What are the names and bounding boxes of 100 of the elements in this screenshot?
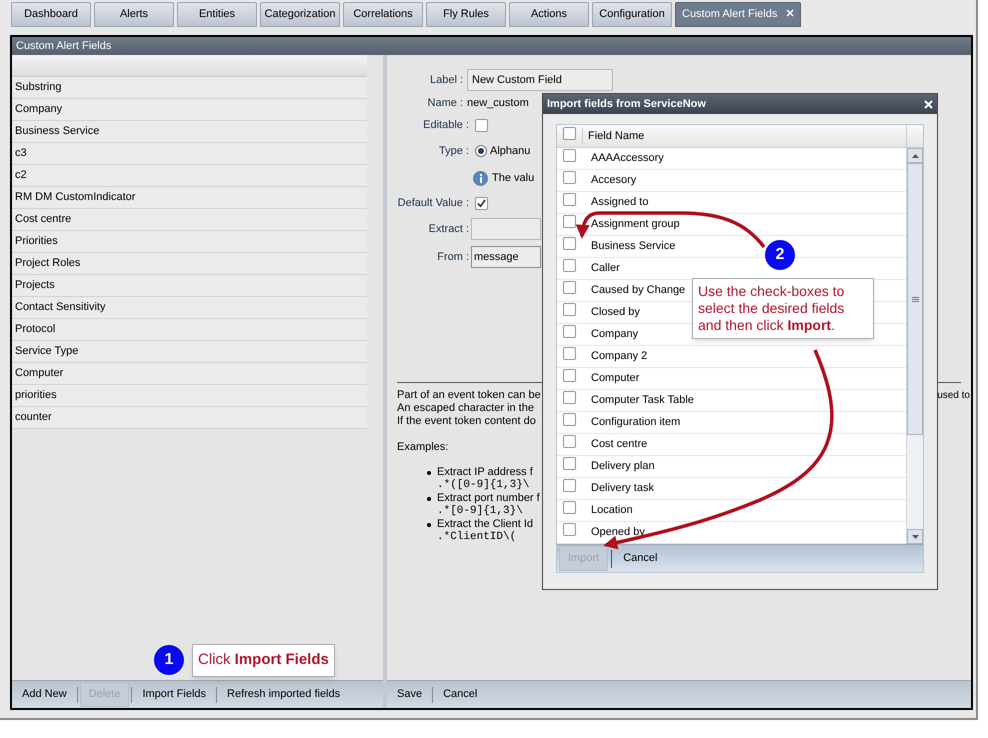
scroll-up-icon[interactable] [907,148,923,163]
radio-button[interactable] [475,145,487,157]
field-label: Default Value : [396,196,470,211]
example-text: Extract the Client Id [437,518,533,531]
scroll-down-icon[interactable] [907,529,923,544]
field-row[interactable]: Assignment group [557,214,906,236]
checkbox[interactable] [563,237,576,250]
list-item[interactable]: Projects [12,275,367,297]
example-code: .*([0-9]{1,3}\ [437,479,530,492]
field-name: Computer [590,371,640,386]
list-item[interactable]: priorities [12,385,367,407]
checkbox[interactable] [563,149,576,162]
checkbox[interactable] [475,118,488,132]
tab[interactable]: Entities [177,2,257,27]
field-name: Assigned to [590,195,648,210]
checkbox[interactable] [563,259,576,272]
checkbox[interactable] [563,325,576,338]
scroll-thumb[interactable] [907,163,923,435]
toolbar-button[interactable]: Import Fields [134,683,214,706]
list-item[interactable]: Substring [12,77,367,99]
list-item[interactable]: counter [12,407,367,429]
from-field[interactable]: message [471,246,541,268]
extract-field[interactable] [471,218,541,240]
checkbox[interactable] [563,479,576,492]
example-code: .*[0-9]{1,3}\ [437,505,523,518]
checkbox[interactable] [563,215,576,228]
close-icon[interactable] [924,100,933,108]
tab[interactable]: Correlations [343,2,423,27]
field-name: Configuration item [590,415,680,430]
checkbox[interactable] [563,413,576,426]
checkbox[interactable] [563,435,576,448]
example-code: .*ClientID\( [437,531,516,544]
list-item[interactable]: RM DM CustomIndicator [12,187,367,209]
tab[interactable]: Actions [509,2,589,27]
checkbox[interactable] [563,523,576,536]
label-field[interactable]: New Custom Field [467,69,613,91]
list-item[interactable]: Contact Sensitivity [12,297,367,319]
list-item[interactable]: c3 [12,143,367,165]
checkbox[interactable] [563,501,576,514]
list-item[interactable]: Service Type [12,341,367,363]
info-icon [473,170,488,186]
name-value: new_custom [467,96,529,111]
checkbox[interactable] [563,171,576,184]
field-row[interactable]: Location [557,500,906,522]
toolbar-button[interactable]: Save [389,683,430,706]
close-icon[interactable]: ✕ [785,6,794,23]
checkbox[interactable] [563,457,576,470]
help-text: An escaped character in the [397,402,534,415]
field-row[interactable]: Computer [557,368,906,390]
tab[interactable]: Alerts [94,2,174,27]
instruction-tooltip: Click Import Fields [192,644,335,676]
field-row[interactable]: Accesory [557,170,906,192]
check-icon [477,198,486,208]
list-item[interactable]: Cost centre [12,209,367,231]
checkbox[interactable] [563,303,576,316]
scrollbar[interactable] [906,148,923,544]
field-row[interactable]: Delivery task [557,478,906,500]
checkbox[interactable] [563,193,576,206]
tab[interactable]: Configuration [592,2,672,27]
field-row[interactable]: Assigned to [557,192,906,214]
field-row[interactable]: AAAAccessory [557,148,906,170]
list-item[interactable]: Company [12,99,367,121]
example-text: Extract port number f [437,492,540,505]
checkbox[interactable] [563,391,576,404]
list-item[interactable]: Priorities [12,231,367,253]
toolbar-button[interactable]: Add New [14,683,75,706]
field-row[interactable]: Delivery plan [557,456,906,478]
field-row[interactable]: Configuration item [557,412,906,434]
list-item[interactable]: Business Service [12,121,367,143]
list-item[interactable]: c2 [12,165,367,187]
examples-title: Examples: [397,441,448,454]
field-row[interactable]: Company 2 [557,346,906,368]
field-label: Label : [428,72,464,88]
field-name: Company 2 [590,349,648,364]
field-name: Accesory [590,173,636,188]
field-name: Business Service [590,239,676,254]
toolbar-button[interactable]: Cancel [435,683,486,706]
tab[interactable]: Fly Rules [426,2,506,27]
list-item[interactable]: Protocol [12,319,367,341]
list-item[interactable]: Computer [12,363,367,385]
field-name: Closed by [590,305,640,320]
list-item[interactable]: Project Roles [12,253,367,275]
toolbar-button[interactable]: Refresh imported fields [219,683,348,706]
column-header: Field Name [582,128,906,144]
field-row[interactable]: Cost centre [557,434,906,456]
checkbox[interactable] [563,347,576,360]
toolbar-button[interactable]: Cancel [615,547,666,570]
checkbox[interactable] [475,196,488,210]
help-text: If the event token content do [397,415,536,428]
checkbox[interactable] [563,369,576,382]
panel-title: Custom Alert Fields [12,37,971,55]
field-label: Extract : [428,222,470,237]
tab[interactable]: Dashboard [11,2,91,27]
field-row[interactable]: Computer Task Table [557,390,906,412]
field-name: Company [590,327,638,342]
tab[interactable]: Custom Alert Fields ✕ [675,2,802,27]
checkbox[interactable] [563,126,576,140]
tab[interactable]: Categorization [260,2,340,27]
field-label: From : [436,250,470,265]
checkbox[interactable] [563,281,576,294]
